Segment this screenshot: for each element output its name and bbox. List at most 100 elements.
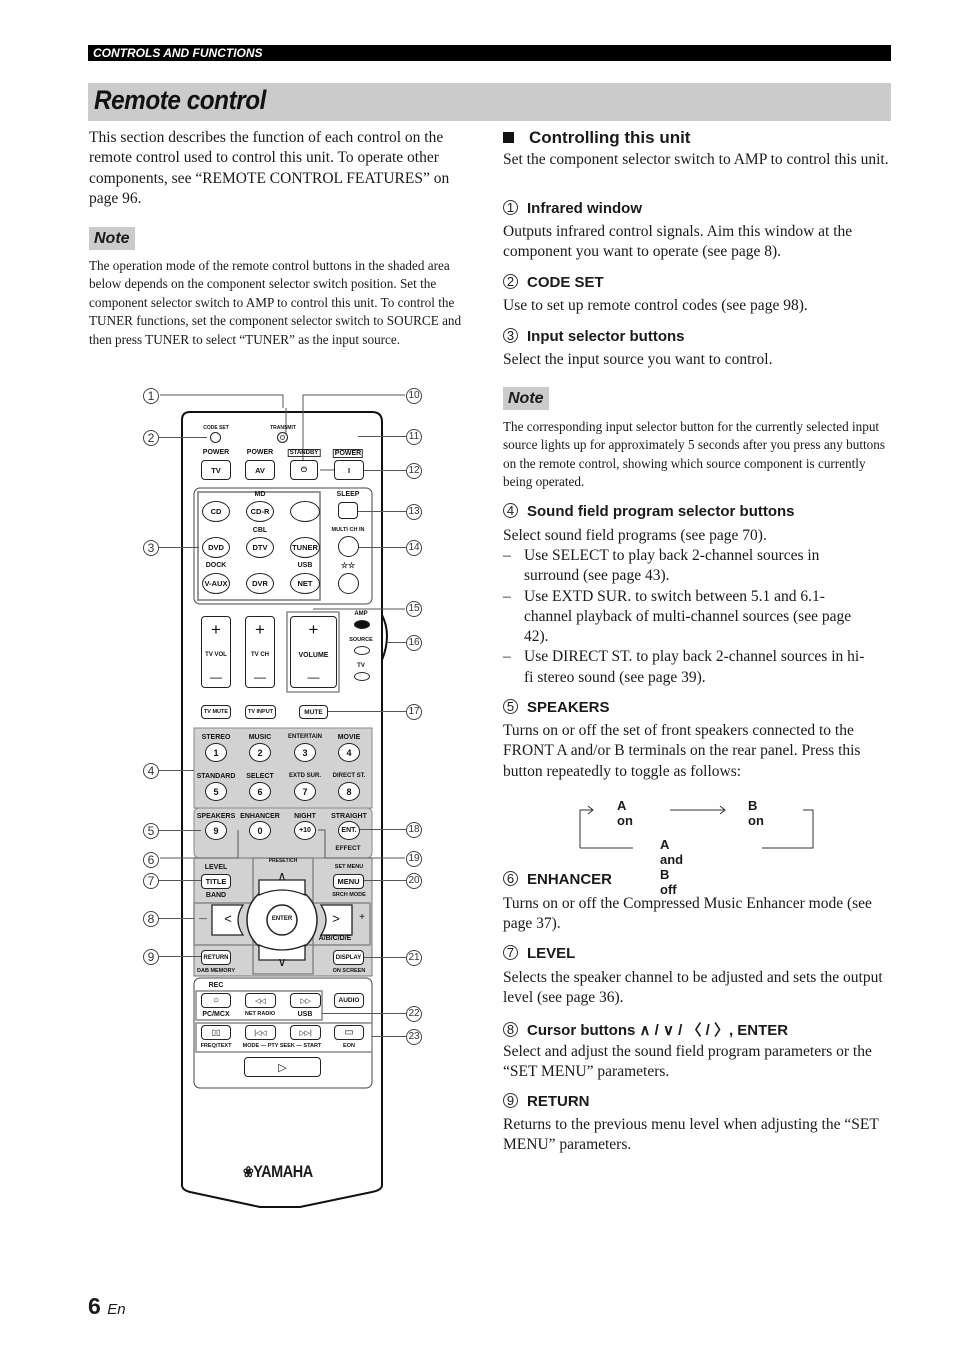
rec-button[interactable]: ○: [201, 993, 231, 1008]
leader-line: [358, 829, 406, 830]
audio-button[interactable]: AUDIO: [334, 993, 364, 1008]
usb-label: USB: [297, 562, 313, 569]
program-button[interactable]: 8: [338, 782, 360, 801]
leader-line: [388, 642, 406, 643]
stars-label: ☆☆: [340, 561, 356, 570]
program-label: STANDARD: [196, 773, 236, 780]
tv-vol-down[interactable]: —: [210, 670, 222, 684]
title-button[interactable]: TITLE: [201, 874, 231, 889]
power-on-button[interactable]: I: [334, 460, 364, 480]
tv-vol-rocker[interactable]: + TV VOL —: [201, 616, 231, 688]
tv-mute-button[interactable]: TV MUTE: [201, 705, 231, 719]
stop-icon: ▭: [344, 1027, 354, 1038]
program-label: STRAIGHT: [331, 813, 367, 820]
tv-switch-position[interactable]: [354, 672, 370, 681]
multi-ch-in-button[interactable]: [338, 536, 359, 557]
volume-rocker[interactable]: + VOLUME —: [290, 616, 337, 688]
cursor-up-button[interactable]: ∧: [278, 869, 287, 883]
cursor-down-button[interactable]: ∨: [278, 955, 287, 969]
tuner-button[interactable]: TUNER: [290, 537, 320, 558]
program-button[interactable]: 7: [294, 782, 316, 801]
cd-r-button[interactable]: CD-R: [246, 501, 274, 522]
play-icon: ▷: [278, 1061, 287, 1074]
cd-button[interactable]: CD: [202, 501, 230, 522]
net-button[interactable]: NET: [290, 573, 320, 594]
standby-icon: ⏻: [301, 465, 307, 474]
leader-line: [159, 918, 194, 919]
callout-6: 6: [143, 852, 159, 868]
menu-button[interactable]: MENU: [333, 874, 364, 889]
program-button[interactable]: 5: [205, 782, 227, 801]
yamaha-emblem-icon: ❀: [243, 1164, 254, 1181]
program-button[interactable]: 3: [294, 743, 316, 762]
enter-button[interactable]: ENTER: [272, 916, 292, 922]
program-button[interactable]: 0: [249, 821, 271, 840]
program-button[interactable]: ENT.: [338, 821, 360, 840]
brand-name: YAMAHA: [253, 1162, 313, 1181]
stars-button[interactable]: [338, 573, 359, 594]
amp-label: AMP: [354, 611, 368, 617]
cursor-left-button[interactable]: <: [224, 911, 232, 926]
callout-8: 8: [143, 911, 159, 927]
source-switch-position[interactable]: [354, 646, 370, 655]
program-label: SPEAKERS: [196, 813, 236, 820]
power-tv-button[interactable]: TV: [201, 460, 231, 480]
display-button[interactable]: DISPLAY: [333, 950, 364, 965]
program-button[interactable]: 4: [338, 743, 360, 762]
skip-forward-button[interactable]: ▷▷|: [290, 1025, 321, 1040]
volume-down[interactable]: —: [308, 670, 320, 684]
play-button[interactable]: ▷: [244, 1057, 321, 1077]
rec-icon: ○: [212, 995, 220, 1006]
program-label: ENTERTAIN: [288, 734, 322, 740]
program-label: NIGHT: [294, 813, 316, 820]
program-button[interactable]: 6: [249, 782, 271, 801]
leader-line: [159, 547, 199, 548]
dvd-button[interactable]: DVD: [202, 537, 230, 558]
cursor-right-button[interactable]: >: [332, 911, 340, 926]
tv-vol-up[interactable]: +: [211, 620, 221, 640]
v-aux-button[interactable]: V-AUX: [202, 573, 230, 594]
tv-ch-label: TV CH: [251, 652, 269, 658]
net-radio-label: NET RADIO: [244, 1011, 276, 1017]
blank-input-button[interactable]: [290, 501, 320, 522]
program-button[interactable]: 1: [205, 743, 227, 762]
eon-label: EON: [343, 1043, 355, 1049]
standby-button[interactable]: ⏻: [290, 460, 318, 480]
callout-19: 19: [406, 851, 422, 867]
dvr-button[interactable]: DVR: [246, 573, 274, 594]
power-av-button[interactable]: AV: [245, 460, 275, 480]
tv-ch-up[interactable]: +: [255, 620, 265, 640]
tv-ch-down[interactable]: —: [254, 670, 266, 684]
program-button[interactable]: 9: [205, 821, 227, 840]
amp-switch-position[interactable]: [354, 620, 370, 629]
callout-9: 9: [143, 949, 159, 965]
return-button[interactable]: RETURN: [201, 950, 231, 965]
sleep-label: SLEEP: [336, 491, 360, 498]
yamaha-logo: ❀YAMAHA: [243, 1162, 313, 1182]
callout-14: 14: [406, 540, 422, 556]
leader-line: [358, 436, 406, 437]
effect-label: EFFECT: [335, 845, 361, 852]
program-button[interactable]: 2: [249, 743, 271, 762]
stop-button[interactable]: ▭: [334, 1025, 364, 1040]
skip-back-button[interactable]: |◁◁: [245, 1025, 276, 1040]
mute-button[interactable]: MUTE: [299, 705, 328, 719]
fast-forward-button[interactable]: ▷▷: [290, 993, 321, 1008]
volume-up[interactable]: +: [309, 620, 319, 640]
rewind-button[interactable]: ◁◁: [245, 993, 276, 1008]
program-label: STEREO: [201, 734, 231, 741]
tv-ch-rocker[interactable]: + TV CH —: [245, 616, 275, 688]
callout-16: 16: [406, 635, 422, 651]
sleep-button[interactable]: [338, 502, 358, 519]
tv-switch-label: TV: [357, 663, 365, 669]
abcde-label: A/B/C/D/E: [318, 935, 352, 942]
dab-memory-label: DAB MEMORY: [197, 968, 235, 974]
dtv-button[interactable]: DTV: [246, 537, 274, 558]
tv-input-button[interactable]: TV INPUT: [245, 705, 276, 719]
callout-7: 7: [143, 873, 159, 889]
program-button[interactable]: +10: [294, 821, 316, 840]
cbl-label: CBL: [252, 527, 268, 534]
pause-button[interactable]: ▯▯: [201, 1025, 231, 1040]
callout-12: 12: [406, 463, 422, 479]
code-set-button[interactable]: [210, 432, 221, 443]
